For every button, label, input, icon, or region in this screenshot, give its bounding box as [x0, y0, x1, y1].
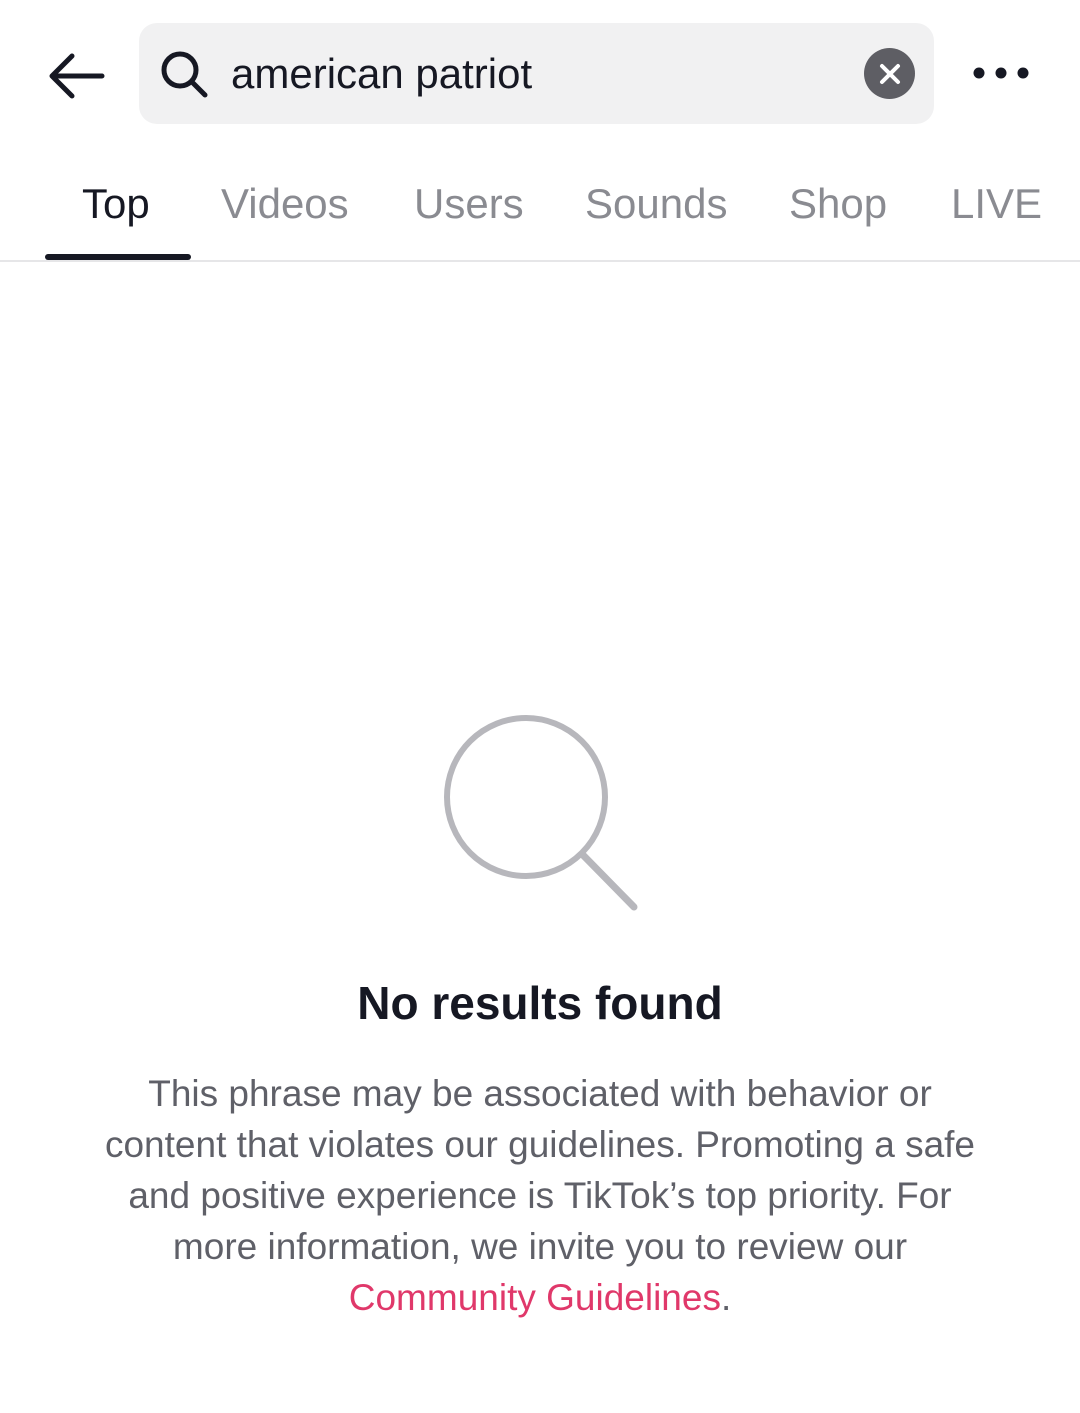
tab-videos[interactable]: Videos: [221, 150, 349, 258]
search-header: american patriot: [0, 0, 1080, 148]
tab-sounds[interactable]: Sounds: [585, 150, 727, 258]
results-tabs: Top Videos Users Sounds Shop LIVE: [0, 150, 1080, 262]
clear-search-button[interactable]: [864, 48, 915, 99]
more-horizontal-icon: [973, 67, 1029, 79]
tab-live[interactable]: LIVE: [951, 150, 1042, 258]
active-tab-indicator: [45, 254, 191, 260]
no-results-trailing-text: .: [720, 1277, 732, 1318]
search-bar[interactable]: american patriot: [139, 23, 934, 124]
back-button[interactable]: [40, 40, 112, 112]
more-options-button[interactable]: [962, 46, 1040, 100]
tab-shop[interactable]: Shop: [789, 150, 887, 258]
close-icon: [879, 63, 900, 84]
search-icon: [161, 51, 208, 98]
no-results-body-text: This phrase may be associated with behav…: [104, 1073, 976, 1267]
tab-users[interactable]: Users: [414, 150, 524, 258]
no-results-message: This phrase may be associated with behav…: [100, 1068, 980, 1323]
magnifier-icon: [444, 715, 638, 911]
tab-top[interactable]: Top: [82, 150, 150, 258]
community-guidelines-link[interactable]: Community Guidelines: [349, 1277, 721, 1318]
arrow-left-icon: [49, 53, 105, 99]
no-results-title: No results found: [357, 977, 723, 1029]
search-input[interactable]: american patriot: [231, 23, 532, 124]
